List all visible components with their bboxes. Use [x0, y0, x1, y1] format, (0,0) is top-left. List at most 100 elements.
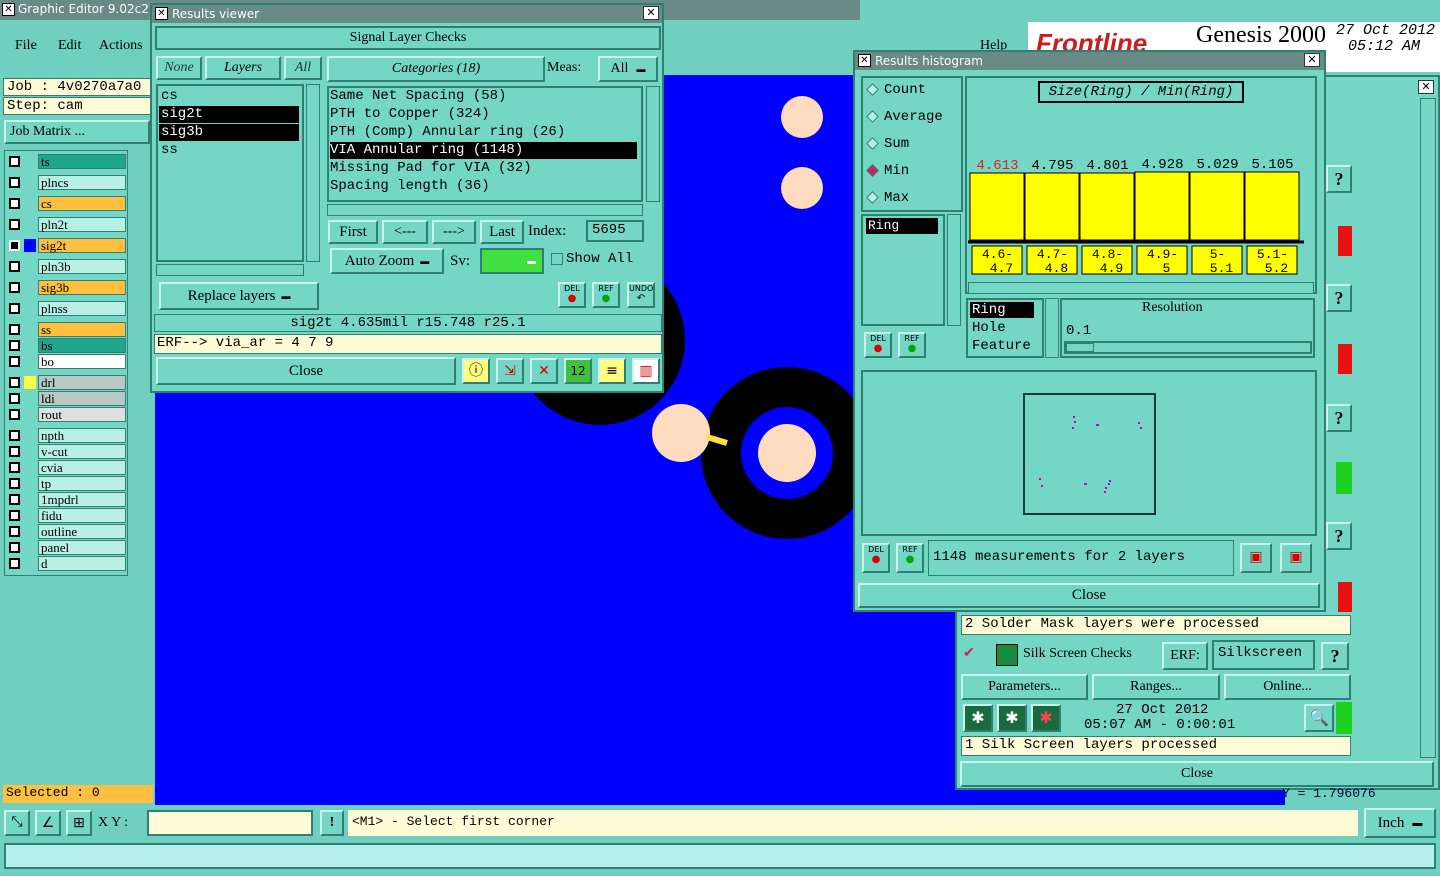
layer-checkbox[interactable] [9, 462, 20, 473]
layer-checkbox[interactable] [9, 494, 20, 505]
run-range-icon[interactable]: ✱ [997, 704, 1027, 732]
layer-checkbox[interactable] [9, 219, 20, 230]
check-help-2[interactable]: ? [1326, 284, 1352, 312]
online-button[interactable]: Online... [1224, 674, 1351, 700]
stop-icon[interactable]: ✱ [1031, 704, 1061, 732]
erf-field[interactable]: Silkscreen [1212, 640, 1315, 670]
histogram-bar[interactable] [1024, 172, 1080, 241]
all-button[interactable]: All [284, 56, 322, 80]
job-matrix-button[interactable]: Job Matrix ... [4, 120, 150, 144]
category-hscroll[interactable] [327, 204, 643, 216]
layer-row-v-cut[interactable]: v-cut [6, 444, 126, 459]
layer-checkbox[interactable] [9, 240, 20, 251]
layer-checkbox[interactable] [9, 156, 20, 167]
layer-row-pln2t[interactable]: pln2t [6, 217, 126, 232]
grid-button[interactable]: ⊞ [66, 810, 92, 836]
category-item[interactable]: Spacing length (36) [330, 178, 637, 195]
layer-checkbox[interactable] [9, 409, 20, 420]
resolution-slider-thumb[interactable] [1066, 343, 1094, 352]
stat-option-max[interactable]: Max [884, 190, 909, 206]
ref-icon[interactable]: REF ● [592, 282, 620, 308]
histogram-close-icon[interactable]: ✕ [1304, 53, 1320, 67]
layer-checkbox[interactable] [9, 526, 20, 537]
category-vscroll[interactable] [646, 86, 660, 202]
layer-row-rout[interactable]: rout [6, 407, 126, 422]
stat-option-count[interactable]: Count [884, 82, 926, 98]
results-viewer-close-button[interactable]: Close [156, 357, 456, 385]
type-hole[interactable]: Hole [972, 320, 1006, 336]
layer-checkbox[interactable] [9, 430, 20, 441]
layer-row-ss[interactable]: ss [6, 322, 126, 337]
layer-checkbox[interactable] [9, 177, 20, 188]
stat-option-sum[interactable]: Sum [884, 136, 909, 152]
layer-list-hscroll[interactable] [156, 264, 304, 276]
zoom-results-icon[interactable]: 🔍 [1304, 704, 1334, 732]
auto-zoom-select[interactable]: Auto Zoom ▬ [330, 248, 444, 274]
layer-row-fidu[interactable]: fidu [6, 508, 126, 523]
hist-ref-icon[interactable]: REF ● [898, 332, 926, 358]
layer-row-pln3b[interactable]: pln3b [6, 259, 126, 274]
category-item[interactable]: PTH (Comp) Annular ring (26) [330, 124, 637, 141]
check-help-4[interactable]: ? [1326, 522, 1352, 550]
histogram-close-button[interactable]: Close [858, 583, 1320, 608]
histogram-hscroll[interactable] [968, 282, 1314, 294]
replace-layers-button[interactable]: Replace layers ▬ [159, 282, 319, 310]
layers-tab[interactable]: Layers [205, 56, 281, 80]
stat-option-average[interactable]: Average [884, 109, 943, 125]
category-item[interactable]: PTH to Copper (324) [330, 106, 637, 123]
menu-file[interactable]: File [15, 38, 37, 54]
layer-checkbox[interactable] [9, 510, 20, 521]
layer-row-cs[interactable]: cs [6, 196, 126, 211]
layer-row-ts[interactable]: ts [6, 154, 126, 169]
ref-off-icon[interactable]: ✕ [530, 358, 558, 384]
layer-row-bs[interactable]: bs [6, 338, 126, 353]
layer-row-plncs[interactable]: plncs [6, 175, 126, 190]
histogram-bar[interactable] [1244, 171, 1300, 241]
menu-actions[interactable]: Actions [99, 38, 143, 54]
parameters-button[interactable]: Parameters... [961, 674, 1088, 700]
histogram-bar[interactable] [1134, 171, 1190, 241]
type-ring[interactable]: Ring [970, 302, 1034, 318]
layer-checkbox[interactable] [9, 324, 20, 335]
category-item[interactable]: Missing Pad for VIA (32) [330, 160, 637, 177]
undo-icon[interactable]: UNDO ↶ [627, 282, 655, 308]
menu-edit[interactable]: Edit [58, 38, 81, 54]
del-icon[interactable]: DEL ● [558, 282, 586, 308]
stat-option-min[interactable]: Min [884, 163, 909, 179]
type-list-vscroll[interactable] [1045, 298, 1059, 358]
layer-checkbox[interactable] [9, 356, 20, 367]
xy-input[interactable] [147, 810, 313, 836]
histogram-bar[interactable] [969, 172, 1025, 241]
histogram-bar[interactable] [1079, 172, 1135, 241]
layer-row-npth[interactable]: npth [6, 428, 126, 443]
results-viewer-close-icon[interactable]: ✕ [643, 6, 659, 20]
last-button[interactable]: Last [480, 220, 524, 244]
report-icon[interactable]: ≡ [598, 358, 626, 384]
layer-row-tp[interactable]: tp [6, 476, 126, 491]
layer-checkbox[interactable] [9, 446, 20, 457]
none-button[interactable]: None [156, 56, 202, 80]
layer-checkbox[interactable] [9, 478, 20, 489]
preview-ref-icon[interactable]: REF ● [896, 543, 924, 573]
layer-row-panel[interactable]: panel [6, 540, 126, 555]
index-input[interactable]: 5695 [586, 220, 644, 242]
histogram-icon[interactable]: ▥ [632, 358, 660, 384]
layer-checkbox[interactable] [9, 558, 20, 569]
rv-layer-item[interactable]: cs [159, 88, 299, 105]
info-icon[interactable]: ⓘ [462, 358, 490, 384]
layer-row-1mpdrl[interactable]: 1mpdrl [6, 492, 126, 507]
units-select[interactable]: Inch ▬ [1364, 808, 1436, 838]
check-help-3[interactable]: ? [1326, 404, 1352, 432]
layer-checkbox[interactable] [9, 303, 20, 314]
measure-button[interactable]: ∠ [35, 810, 61, 836]
show-all-checkbox[interactable] [551, 253, 563, 265]
number-icon[interactable]: 12 [564, 358, 592, 384]
layer-row-drl[interactable]: drl [6, 375, 126, 390]
layer-checkbox[interactable] [9, 261, 20, 272]
layer-row-ldi[interactable]: ldi [6, 391, 126, 406]
alert-button[interactable]: ! [320, 810, 344, 836]
layer-row-plnss[interactable]: plnss [6, 301, 126, 316]
silk-help-button[interactable]: ? [1321, 642, 1349, 670]
rv-layer-item[interactable]: sig2t [159, 106, 299, 123]
layer-checkbox[interactable] [9, 198, 20, 209]
